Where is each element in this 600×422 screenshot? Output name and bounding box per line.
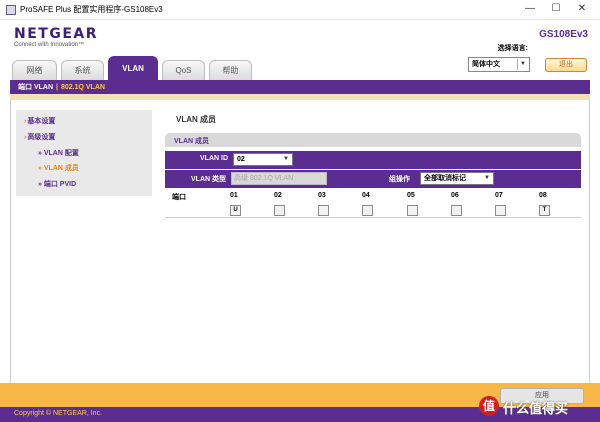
site-watermark: 值 什么值得买: [479, 395, 600, 417]
tab-system[interactable]: 系统: [61, 60, 104, 80]
breadcrumb: 端口 VLAN | 802.1Q VLAN: [18, 82, 105, 92]
sidebar-item-vlan-members[interactable]: » VLAN 成员: [38, 163, 79, 173]
chevron-down-icon: ▼: [517, 59, 528, 70]
page-title: VLAN 成员: [176, 115, 216, 124]
port-number: 04: [362, 192, 370, 199]
breadcrumb-section[interactable]: 端口 VLAN: [18, 84, 53, 91]
group-op-select[interactable]: 全部取消标记 ▼: [420, 172, 494, 185]
window-title: ProSAFE Plus 配置实用程序-GS108Ev3: [20, 5, 163, 14]
port-number: 03: [318, 192, 326, 199]
group-op-value: 全部取消标记: [424, 175, 466, 182]
port-membership-toggle[interactable]: [407, 205, 418, 216]
port-membership-toggle[interactable]: [362, 205, 373, 216]
port-number: 08: [539, 192, 547, 199]
port-membership-toggle[interactable]: [274, 205, 285, 216]
breadcrumb-current[interactable]: 802.1Q VLAN: [61, 84, 105, 91]
vlan-type-field: 高级 802.1Q VLAN: [231, 172, 327, 185]
vlan-id-select[interactable]: 02 ▼: [233, 153, 293, 166]
window-titlebar: ProSAFE Plus 配置实用程序-GS108Ev3 — ☐ ✕: [0, 0, 600, 20]
chevron-down-icon: ▼: [484, 175, 490, 181]
copyright: Copyright © NETGEAR, Inc.: [14, 410, 103, 417]
port-number: 02: [274, 192, 282, 199]
sidebar-item-basic[interactable]: ›基本设置: [24, 116, 55, 126]
port-number: 07: [495, 192, 503, 199]
sidebar-item-vlan-config[interactable]: » VLAN 配置: [38, 148, 79, 158]
section-header: [165, 133, 581, 147]
minimize-button[interactable]: —: [522, 2, 538, 16]
maximize-button[interactable]: ☐: [548, 2, 564, 16]
port-number: 06: [451, 192, 459, 199]
port-membership-toggle[interactable]: [451, 205, 462, 216]
port-number: 05: [407, 192, 415, 199]
sidebar-item-advanced[interactable]: ›高级设置: [24, 132, 55, 142]
tab-network[interactable]: 网络: [12, 60, 57, 80]
port-membership-toggle[interactable]: T: [539, 205, 550, 216]
port-number: 01: [230, 192, 238, 199]
tab-vlan[interactable]: VLAN: [108, 56, 158, 80]
close-button[interactable]: ✕: [574, 2, 590, 16]
vlan-id-value: 02: [237, 156, 245, 163]
breadcrumb-separator: |: [56, 84, 58, 91]
port-table: [165, 190, 581, 218]
app-icon: [6, 5, 16, 15]
vlan-type-label: VLAN 类型: [191, 176, 226, 183]
watermark-text: 什么值得买: [503, 401, 569, 416]
group-op-label: 组操作: [389, 176, 410, 183]
sidebar-item-port-pvid[interactable]: » 端口 PVID: [38, 179, 76, 189]
device-model: GS108Ev3: [539, 29, 588, 40]
watermark-logo-icon: 值: [479, 396, 499, 416]
port-membership-toggle[interactable]: U: [230, 205, 241, 216]
vlan-type-row: [165, 170, 581, 188]
language-label: 选择语言:: [497, 45, 528, 52]
logo-tagline: Connect with Innovation™: [14, 42, 85, 48]
port-column-header: 端口: [172, 194, 186, 201]
port-membership-toggle[interactable]: [495, 205, 506, 216]
language-select[interactable]: 简体中文 ▼: [468, 57, 530, 72]
port-membership-toggle[interactable]: [318, 205, 329, 216]
logout-button[interactable]: 退出: [545, 58, 587, 72]
netgear-logo: NETGEAR: [14, 26, 98, 42]
vlan-id-label: VLAN ID: [200, 155, 228, 162]
chevron-down-icon: ▼: [283, 156, 289, 162]
tab-qos[interactable]: QoS: [162, 60, 205, 80]
tab-help[interactable]: 帮助: [209, 60, 252, 80]
section-title: VLAN 成员: [174, 138, 209, 145]
language-value: 简体中文: [472, 61, 500, 68]
